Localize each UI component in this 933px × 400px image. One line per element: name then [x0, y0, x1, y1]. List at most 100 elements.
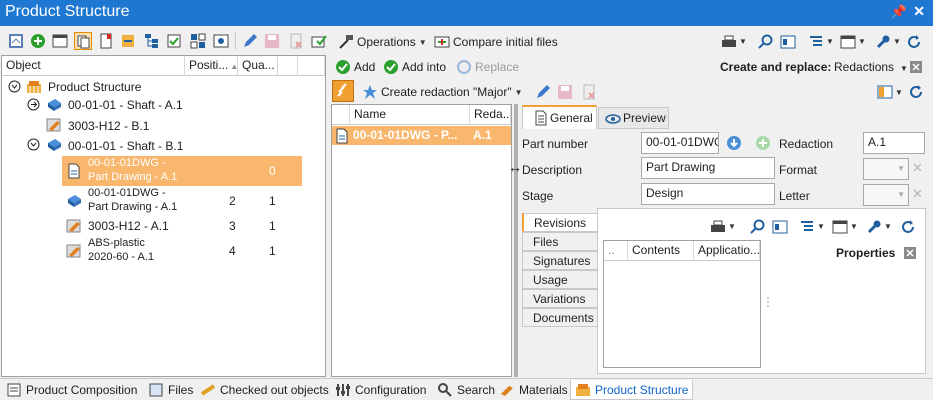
- replace-button: Replace: [456, 59, 519, 75]
- redaction-field[interactable]: A.1: [863, 132, 925, 154]
- collapse-icon[interactable]: [27, 138, 40, 151]
- edit-icon[interactable]: [242, 33, 258, 49]
- side-tab-files[interactable]: Files: [522, 232, 598, 251]
- tree-row[interactable]: 3003-H12 - B.1: [2, 116, 325, 136]
- structure-icon[interactable]: [144, 33, 160, 49]
- splitter-grip[interactable]: ⋮: [762, 295, 774, 309]
- materials-icon: [501, 386, 513, 396]
- properties-icon[interactable]: [52, 33, 68, 49]
- print-icon[interactable]: [721, 34, 737, 50]
- table-icon[interactable]: [832, 219, 848, 235]
- refresh-icon[interactable]: [906, 34, 922, 50]
- close-icon[interactable]: [904, 247, 916, 259]
- part-icon: [68, 195, 81, 207]
- letter-label: Letter: [779, 189, 810, 203]
- column-header-name[interactable]: Name: [350, 105, 470, 125]
- stage-field[interactable]: Design: [641, 183, 775, 205]
- print-icon[interactable]: [710, 219, 726, 235]
- document-red-icon[interactable]: [98, 33, 114, 49]
- edit-icon[interactable]: [535, 84, 551, 100]
- tree-root-label: Product Structure: [48, 80, 142, 94]
- checklist-icon[interactable]: [166, 33, 182, 49]
- column-header-redaction[interactable]: Reda...: [470, 105, 511, 125]
- pin-icon[interactable]: 📌: [891, 4, 907, 20]
- download-icon[interactable]: [726, 135, 742, 151]
- add-icon[interactable]: [30, 33, 46, 49]
- tree-row[interactable]: ABS-plastic 2020-60 - A.1 4 1: [62, 236, 302, 266]
- close-icon[interactable]: [910, 61, 922, 73]
- column-header-object[interactable]: Object: [2, 56, 185, 76]
- refresh-icon[interactable]: [908, 84, 924, 100]
- wrench-icon[interactable]: [866, 219, 882, 235]
- check-in-icon[interactable]: [311, 33, 327, 49]
- format-label: Format: [779, 163, 818, 177]
- add-into-icon: [384, 60, 398, 74]
- bottom-tab-product-composition[interactable]: Product Composition: [2, 380, 141, 400]
- search-icon: [438, 383, 452, 397]
- bottom-tab-configuration[interactable]: Configuration: [331, 380, 430, 400]
- bottom-tab-product-structure[interactable]: Product Structure: [570, 380, 694, 400]
- tab-general[interactable]: General: [522, 105, 597, 129]
- column-header-position[interactable]: Positi... ▲: [185, 56, 238, 76]
- checked-out-icon: [200, 384, 216, 396]
- panel-icon[interactable]: [780, 34, 796, 50]
- view-icon[interactable]: [213, 33, 229, 49]
- chevron-down-icon: ▼: [418, 37, 427, 47]
- create-redaction-button[interactable]: Create redaction "Major" ▼: [362, 84, 523, 100]
- bottom-tab-checked-out[interactable]: Checked out objects: [196, 380, 333, 400]
- search-icon[interactable]: [750, 219, 766, 235]
- tree-row-selected[interactable]: 00-01-01DWG - Part Drawing - A.1 0: [62, 156, 302, 186]
- bottom-tab-files[interactable]: Files: [144, 380, 197, 400]
- add-into-button[interactable]: Add into: [383, 59, 446, 75]
- right-top-toolbar: ▼ ▼ ▼ ▼: [718, 31, 933, 53]
- list-row-selected[interactable]: 00-01-01DWG - P... A.1: [332, 126, 511, 145]
- sync-icon[interactable]: [120, 33, 136, 49]
- settings-icon[interactable]: [8, 33, 24, 49]
- tree-row[interactable]: 3003-H12 - A.1 3 1: [62, 216, 302, 236]
- splitter[interactable]: [514, 104, 518, 377]
- list-icon[interactable]: [808, 34, 824, 50]
- copy-icon[interactable]: [74, 32, 92, 50]
- side-tab-signatures[interactable]: Signatures: [522, 251, 598, 270]
- side-tab-variations[interactable]: Variations: [522, 289, 598, 308]
- tree-row[interactable]: 00-01-01 - Shaft - A.1: [2, 96, 325, 116]
- revisions-grid: .. Contents Applicatio...: [603, 240, 761, 368]
- resize-cursor-icon: ↔: [508, 159, 522, 175]
- tree-root[interactable]: Product Structure: [2, 78, 325, 98]
- bottom-tab-materials[interactable]: Materials: [495, 380, 572, 400]
- tab-preview[interactable]: Preview: [598, 107, 669, 129]
- wrench-icon[interactable]: [875, 34, 891, 50]
- tree-toolbar: [0, 28, 330, 54]
- part-icon: [48, 99, 61, 111]
- description-field[interactable]: Part Drawing: [641, 157, 775, 179]
- column-header-applications[interactable]: Applicatio...: [694, 241, 760, 261]
- list-icon[interactable]: [799, 219, 815, 235]
- bottom-tab-search[interactable]: Search: [433, 380, 499, 400]
- column-header-quantity[interactable]: Qua...: [238, 56, 278, 76]
- table-icon[interactable]: [840, 34, 856, 50]
- operations-button[interactable]: Operations ▼: [338, 34, 427, 50]
- link-icon[interactable]: [332, 80, 354, 102]
- tree-row[interactable]: 00-01-01 - Shaft - B.1: [2, 136, 325, 156]
- search-icon[interactable]: [758, 34, 774, 50]
- format-select[interactable]: ▼: [863, 158, 909, 180]
- letter-select[interactable]: ▼: [863, 184, 909, 206]
- add-button[interactable]: Add: [335, 59, 375, 75]
- side-tab-documents[interactable]: Documents: [522, 308, 598, 327]
- column-header-contents[interactable]: Contents: [628, 241, 694, 261]
- refresh-icon[interactable]: [900, 219, 916, 235]
- save-icon: [558, 85, 572, 99]
- document-icon: [336, 128, 348, 144]
- create-replace-dropdown[interactable]: Redactions ▼: [834, 60, 908, 74]
- panel-icon[interactable]: [772, 219, 788, 235]
- collapse-icon[interactable]: [8, 80, 21, 93]
- expand-icon[interactable]: [27, 98, 40, 111]
- part-number-field[interactable]: 00-01-01DWG: [641, 132, 719, 154]
- compare-initial-files-button[interactable]: Compare initial files: [434, 34, 558, 50]
- side-tab-revisions[interactable]: Revisions: [522, 213, 598, 232]
- close-window-button[interactable]: ✕: [913, 3, 925, 20]
- side-tab-usage[interactable]: Usage: [522, 270, 598, 289]
- grid-icon[interactable]: [190, 33, 206, 49]
- layout-icon[interactable]: [877, 84, 893, 100]
- tree-row[interactable]: 00-01-01DWG - Part Drawing - A.1 2 1: [62, 186, 302, 216]
